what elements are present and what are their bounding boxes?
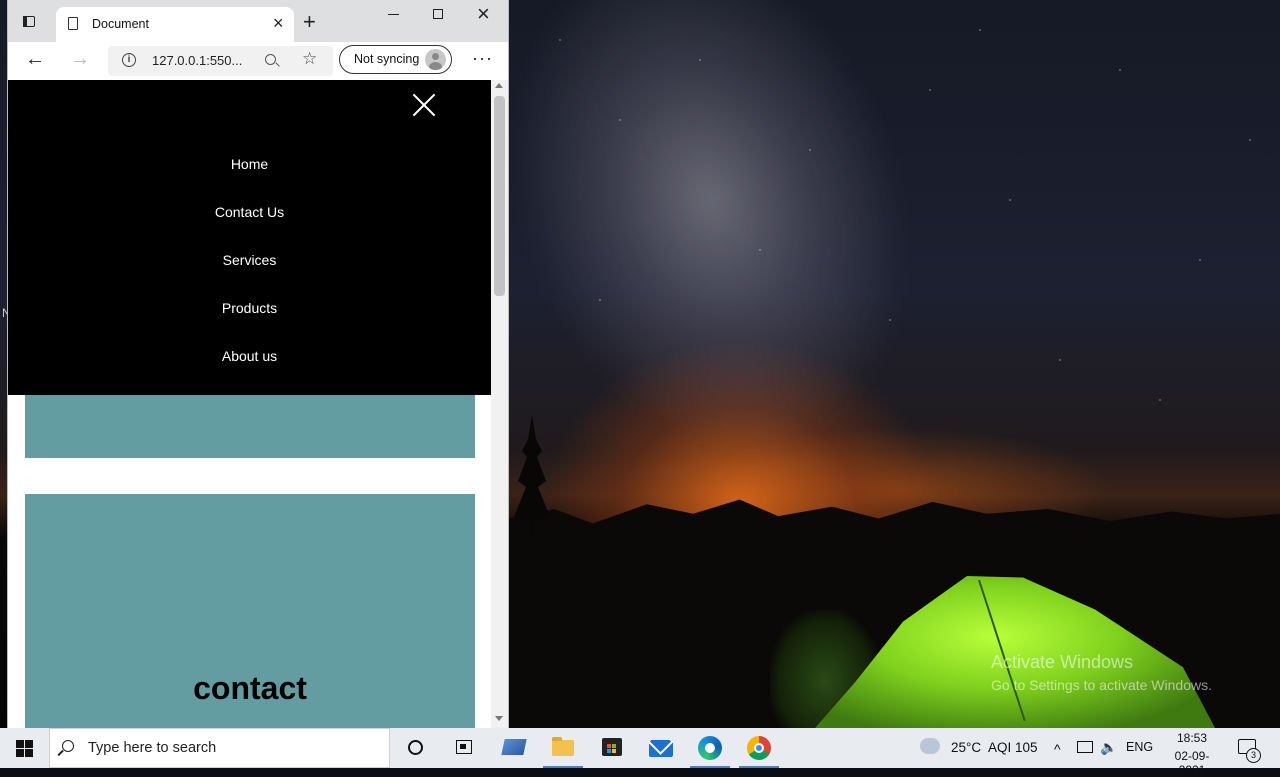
taskbar: Type here to search 25°C AQI 105 ^ 🔈 ENG…	[0, 728, 1280, 777]
activate-windows-watermark: Activate Windows Go to Settings to activ…	[991, 651, 1212, 695]
tab-document[interactable]: Document ×	[56, 7, 294, 42]
clock-date[interactable]: 02-09-2021	[1163, 749, 1221, 777]
minimize-icon[interactable]	[388, 14, 399, 16]
vertical-scrollbar[interactable]	[491, 80, 508, 728]
url-field[interactable]: i 127.0.0.1:550... ☆	[108, 46, 333, 76]
search-icon	[62, 740, 74, 752]
page-viewport: contact Home Contact Us Services Product…	[8, 80, 491, 728]
window-close-icon[interactable]: ×	[477, 3, 490, 25]
windows-logo-icon	[16, 740, 33, 757]
nav-overlay-menu: Home Contact Us Services Products About …	[8, 80, 491, 395]
browser-window: Document × + × ← → i 127.0.0.1:550... ☆ …	[8, 0, 508, 728]
tab-bar: Document × + ×	[8, 0, 508, 42]
tab-actions-bar	[23, 16, 27, 27]
volume-icon[interactable]: 🔈	[1100, 739, 1117, 756]
weather-aqi[interactable]: AQI 105	[988, 740, 1038, 755]
chevron-up-icon[interactable]: ^	[1054, 741, 1061, 757]
mail-icon	[649, 740, 673, 757]
new-tab-button[interactable]: +	[303, 11, 316, 33]
watermark-title: Activate Windows	[991, 652, 1134, 672]
address-bar: ← → i 127.0.0.1:550... ☆ Not syncing ···	[8, 42, 508, 81]
page-icon	[68, 17, 78, 30]
contact-section: contact	[25, 494, 475, 728]
menu-item-about-us[interactable]: About us	[8, 348, 491, 364]
profile-sync-button[interactable]: Not syncing	[339, 45, 452, 74]
back-arrow-icon[interactable]: ←	[25, 48, 45, 71]
scroll-up-arrow-icon[interactable]	[495, 83, 503, 88]
avatar-icon	[425, 49, 446, 70]
notification-badge: 3	[1246, 748, 1261, 763]
forward-arrow-icon[interactable]: →	[70, 48, 90, 71]
this-pc-button[interactable]	[490, 728, 538, 768]
more-options-button[interactable]: ···	[472, 48, 493, 69]
weather-icon[interactable]	[920, 738, 940, 754]
language-indicator[interactable]: ENG	[1126, 740, 1153, 754]
microsoft-store-button[interactable]	[588, 728, 636, 768]
menu-item-contact-us[interactable]: Contact Us	[8, 204, 491, 220]
task-view-icon	[456, 740, 472, 754]
taskbar-search[interactable]: Type here to search	[49, 728, 390, 768]
file-explorer-icon	[552, 737, 574, 756]
scroll-down-arrow-icon[interactable]	[495, 716, 503, 721]
zoom-icon[interactable]	[265, 54, 276, 65]
weather-temperature[interactable]: 25°C	[951, 740, 981, 755]
file-explorer-button[interactable]	[539, 728, 587, 768]
cortana-icon	[408, 740, 423, 755]
scroll-thumb[interactable]	[494, 96, 505, 296]
watermark-subtitle: Go to Settings to activate Windows.	[991, 677, 1212, 693]
mail-button[interactable]	[637, 728, 685, 768]
tab-title: Document	[92, 17, 149, 31]
add-favorite-icon[interactable]: ☆	[302, 49, 317, 69]
chrome-button[interactable]	[735, 728, 783, 768]
info-icon[interactable]: i	[122, 53, 136, 67]
tab-close-icon[interactable]: ×	[273, 14, 284, 32]
edge-icon	[698, 736, 722, 760]
search-placeholder: Type here to search	[88, 740, 217, 756]
start-button[interactable]	[0, 728, 48, 768]
maximize-icon[interactable]	[433, 9, 443, 19]
menu-item-products[interactable]: Products	[8, 300, 491, 316]
clock-time[interactable]: 18:53	[1163, 731, 1221, 745]
this-pc-icon	[501, 739, 527, 755]
url-text[interactable]: 127.0.0.1:550...	[152, 53, 242, 68]
edge-button[interactable]	[686, 728, 734, 768]
section-heading: contact	[193, 670, 307, 706]
menu-close-icon[interactable]	[412, 93, 436, 117]
sync-label: Not syncing	[354, 52, 420, 66]
task-view-button[interactable]	[440, 728, 488, 768]
tab-actions-icon[interactable]	[18, 11, 40, 31]
network-icon[interactable]	[1077, 741, 1093, 753]
chrome-icon	[747, 736, 771, 760]
menu-item-home[interactable]: Home	[8, 156, 491, 172]
menu-item-services[interactable]: Services	[8, 252, 491, 268]
microsoft-store-icon	[602, 738, 622, 756]
cortana-button[interactable]	[392, 728, 440, 768]
